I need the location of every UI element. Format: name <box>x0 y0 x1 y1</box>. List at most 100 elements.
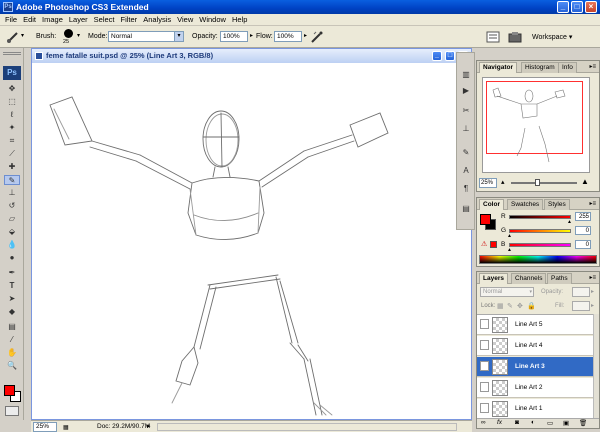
crop-tool-icon[interactable]: ⌗ <box>4 136 20 146</box>
airbrush-icon[interactable] <box>310 30 324 44</box>
brush-preset-picker[interactable]: 25 <box>60 28 78 46</box>
clone-stamp-tool-icon[interactable]: ⊥ <box>4 188 20 198</box>
workspace-menu[interactable]: Workspace ▾ <box>532 33 572 41</box>
gamut-color-chip[interactable] <box>490 241 497 248</box>
history-brush-tool-icon[interactable]: ↺ <box>4 201 20 211</box>
layer-row[interactable]: Line Art 1 <box>477 399 593 418</box>
brushes-icon[interactable]: ✎ <box>460 147 472 159</box>
lasso-tool-icon[interactable]: ℓ <box>4 110 20 120</box>
tab-histogram[interactable]: Histogram <box>521 62 559 73</box>
channel-g-thumb-icon[interactable]: ▲ <box>507 233 512 239</box>
layer-row[interactable]: Line Art 5 <box>477 315 593 335</box>
lock-image-icon[interactable]: ✎ <box>507 302 513 310</box>
lock-transparent-icon[interactable]: ▦ <box>497 302 504 310</box>
hand-tool-icon[interactable]: ✋ <box>4 348 20 358</box>
maximize-button[interactable]: □ <box>571 1 583 13</box>
channel-g-slider[interactable] <box>509 229 571 233</box>
canvas[interactable] <box>32 63 471 419</box>
brushes-palette-icon[interactable] <box>486 31 500 43</box>
layer-row[interactable]: Line Art 2 <box>477 378 593 398</box>
menu-analysis[interactable]: Analysis <box>140 14 174 26</box>
magic-wand-tool-icon[interactable]: ✦ <box>4 123 20 133</box>
layer-opacity-arrow-icon[interactable]: ▸ <box>591 288 594 295</box>
pen-tool-icon[interactable]: ✒ <box>4 268 20 278</box>
slice-tool-icon[interactable]: ⟋ <box>4 149 20 159</box>
move-tool-icon[interactable]: ✥ <box>4 84 20 94</box>
lock-position-icon[interactable]: ✥ <box>517 302 523 310</box>
tool-presets-icon[interactable]: ✂ <box>460 105 472 117</box>
mode-select[interactable]: Normal ▾ <box>108 31 184 42</box>
layer-comps-icon[interactable]: ▥ <box>460 69 472 81</box>
layer-visibility-icon[interactable] <box>480 361 489 371</box>
actions-icon[interactable]: ▶ <box>460 85 472 97</box>
menu-image[interactable]: Image <box>39 14 66 26</box>
new-layer-icon[interactable]: ▣ <box>563 419 569 427</box>
notes-tool-icon[interactable]: ▤ <box>4 322 20 332</box>
type-tool-icon[interactable]: T <box>4 281 20 291</box>
tab-layers[interactable]: Layers <box>479 273 508 284</box>
layer-row[interactable]: Line Art 4 <box>477 336 593 356</box>
layers-scrollbar[interactable] <box>593 314 599 418</box>
navigator-zoom-field[interactable]: 25% <box>479 178 497 188</box>
layer-visibility-icon[interactable] <box>480 340 489 350</box>
link-layers-icon[interactable]: ∞ <box>481 419 486 426</box>
zoom-in-icon[interactable]: ▲ <box>581 177 589 186</box>
layer-opacity-field[interactable] <box>572 287 590 297</box>
toolbox-grip[interactable] <box>3 52 21 55</box>
color-fg-swatch[interactable] <box>480 214 491 225</box>
horizontal-scrollbar[interactable] <box>157 423 457 431</box>
color-ramp[interactable] <box>479 255 597 264</box>
menu-help[interactable]: Help <box>229 14 250 26</box>
blend-mode-select[interactable]: Normal ▾ <box>480 287 534 297</box>
menu-edit[interactable]: Edit <box>20 14 39 26</box>
tab-styles[interactable]: Styles <box>544 199 570 210</box>
eyedropper-tool-icon[interactable]: ⁄ <box>4 335 20 345</box>
paint-bucket-tool-icon[interactable]: ⬙ <box>4 227 20 237</box>
character-icon[interactable]: A <box>460 165 472 177</box>
lock-all-icon[interactable]: 🔒 <box>527 302 536 310</box>
tab-swatches[interactable]: Swatches <box>507 199 544 210</box>
channel-b-slider[interactable] <box>509 243 571 247</box>
notes-panel-icon[interactable]: ▤ <box>460 203 472 215</box>
navigator-zoom-thumb[interactable] <box>535 179 540 186</box>
doc-minimize-button[interactable]: _ <box>432 51 442 61</box>
tab-info[interactable]: Info <box>558 62 577 73</box>
menu-filter[interactable]: Filter <box>118 14 141 26</box>
channel-r-value[interactable]: 255 <box>575 212 591 221</box>
blur-tool-icon[interactable]: 💧 <box>4 240 20 250</box>
panel-menu-icon[interactable]: ▸≡ <box>589 63 596 70</box>
color-panel-menu-icon[interactable]: ▸≡ <box>589 200 596 207</box>
flow-field[interactable]: 100% <box>274 31 302 42</box>
gamut-warning-icon[interactable]: ⚠ <box>481 240 487 248</box>
menu-window[interactable]: Window <box>196 14 229 26</box>
menu-layer[interactable]: Layer <box>66 14 91 26</box>
brush-dropdown-icon[interactable]: ▾ <box>77 31 83 42</box>
status-menu-arrow-icon[interactable]: ▸ <box>147 421 151 432</box>
doc-maximize-button[interactable]: □ <box>445 51 455 61</box>
zoom-out-icon[interactable]: ▴ <box>501 178 505 186</box>
channel-r-slider[interactable] <box>509 215 571 219</box>
tool-preset-arrow-icon[interactable]: ▾ <box>21 31 27 42</box>
layer-visibility-icon[interactable] <box>480 382 489 392</box>
new-group-icon[interactable]: ▭ <box>547 419 553 427</box>
menu-file[interactable]: File <box>0 14 20 26</box>
channel-b-value[interactable]: 0 <box>575 240 591 249</box>
minimize-button[interactable]: _ <box>557 1 569 13</box>
brush-tool-button-icon[interactable]: ✎ <box>4 175 20 185</box>
layer-mask-icon[interactable]: ◙ <box>515 419 519 426</box>
clone-source-icon[interactable]: ⊥ <box>460 123 472 135</box>
tab-paths[interactable]: Paths <box>547 273 572 284</box>
zoom-tool-icon[interactable]: 🔍 <box>4 361 20 371</box>
healing-brush-tool-icon[interactable]: ✚ <box>4 162 20 172</box>
tab-color[interactable]: Color <box>479 199 504 210</box>
shape-tool-icon[interactable]: ◆ <box>4 307 20 317</box>
document-title-bar[interactable]: feme fatalle suit.psd @ 25% (Line Art 3,… <box>32 49 471 63</box>
tab-navigator[interactable]: Navigator <box>479 62 517 73</box>
channel-b-thumb-icon[interactable]: ▲ <box>507 247 512 253</box>
tab-channels[interactable]: Channels <box>511 273 547 284</box>
layer-style-icon[interactable]: fx <box>497 419 502 426</box>
foreground-color-swatch[interactable] <box>4 385 15 396</box>
menu-select[interactable]: Select <box>91 14 118 26</box>
bridge-icon[interactable] <box>508 31 522 43</box>
path-selection-tool-icon[interactable]: ➤ <box>4 294 20 304</box>
